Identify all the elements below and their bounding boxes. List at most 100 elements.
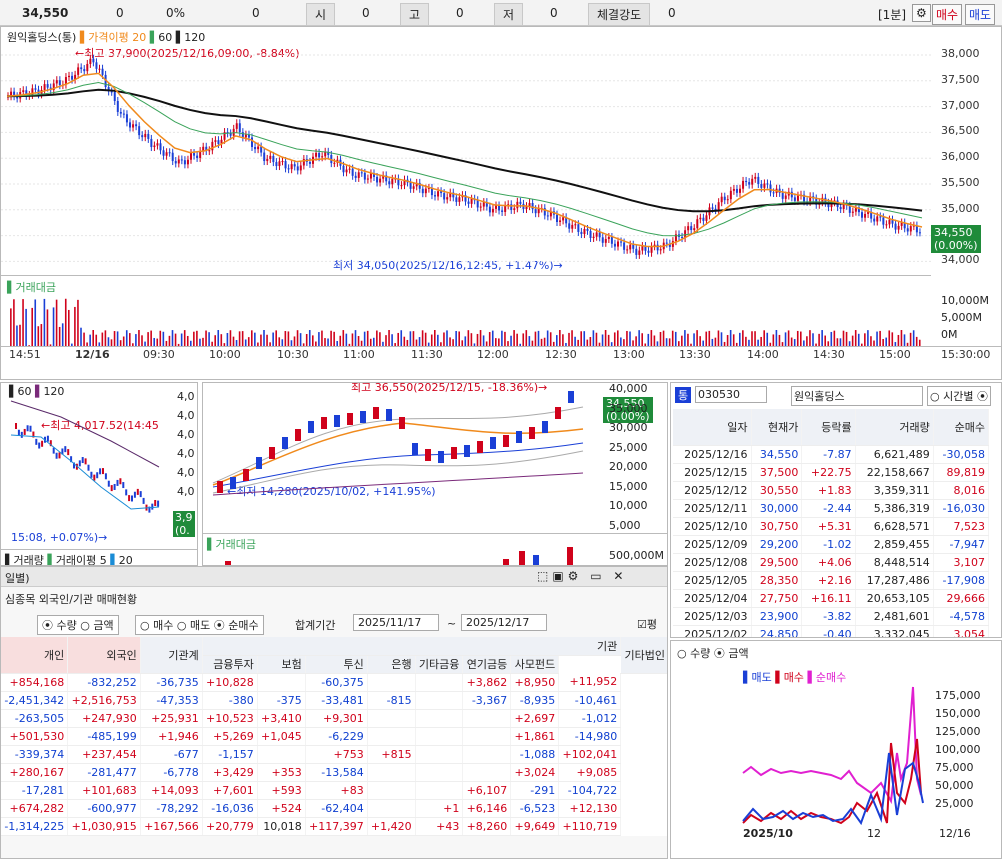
candle (318, 152, 321, 158)
index-candle (46, 435, 49, 442)
candle (412, 186, 415, 189)
table-row[interactable]: 2025/12/02 24,850 -0.40 3,332,045 3,054 (673, 625, 990, 637)
candle (909, 226, 912, 232)
volume-bar (501, 330, 503, 346)
table-row[interactable]: 2025/12/16 34,550 -7.87 6,621,489 -30,058 (673, 445, 990, 464)
candle (556, 214, 558, 222)
table-row[interactable]: 2025/12/15 37,500 +22.75 22,158,667 89,819 (673, 463, 990, 482)
table-row[interactable]: -339,374 +237,454 -677 -1,157 +753 +815 -1,088… (1, 745, 667, 764)
candle (196, 155, 199, 158)
code-input[interactable]: 030530 (695, 386, 767, 403)
date-to-input[interactable]: 2025/12/17 (461, 614, 547, 631)
y-tick: 4,0 (177, 390, 195, 403)
table-row[interactable]: +280,167 -281,477 -6,778 +3,429 +353 -13,584 +… (1, 763, 667, 782)
table-row[interactable]: +674,282 -600,977 -78,292 -16,036 +524 -62,40… (1, 799, 667, 818)
index-candle (154, 499, 157, 506)
volume-bar (641, 333, 643, 346)
volume-bar (620, 337, 622, 346)
index-candle (78, 460, 81, 467)
index-candle (15, 423, 17, 429)
candle (516, 201, 519, 209)
gear-icon[interactable]: ⚙ (912, 4, 931, 22)
table-row[interactable]: 2025/12/09 29,200 -1.02 2,859,455 -7,947 (673, 535, 990, 554)
date-from-input[interactable]: 2025/11/17 (353, 614, 439, 631)
table-cell (257, 745, 306, 764)
candle (180, 159, 183, 161)
table-cell: 2025/12/11 (673, 499, 752, 518)
table-cell: +6,146 (462, 799, 512, 818)
name-input[interactable]: 원익홀딩스 (791, 386, 923, 406)
table-row[interactable]: 2025/12/05 28,350 +2.16 17,287,486 -17,908 (673, 571, 990, 590)
volume-bar (671, 330, 674, 346)
volume-bar (345, 333, 348, 346)
volume-bar (101, 332, 104, 346)
table-cell (415, 745, 464, 764)
x-tick: 14:51 (9, 348, 41, 361)
table-row[interactable]: +854,168 -832,252 -36,735 +10,828 -60,375 +3,… (1, 673, 667, 692)
period-selector[interactable]: [1분] (878, 6, 906, 23)
volume-bar (559, 330, 561, 346)
window-controls[interactable]: ⬚▣⚙ ▭ ✕ (537, 569, 627, 583)
volume-bar (812, 333, 814, 346)
table-cell: +22.75 (801, 463, 856, 482)
volume-bar (183, 330, 186, 346)
sell-button[interactable]: 매도 (965, 4, 996, 25)
volume-bar (513, 330, 515, 346)
volume-bar (546, 330, 549, 346)
candle (363, 172, 366, 180)
table-cell: -2,451,342 (1, 691, 69, 710)
volume-bar (409, 331, 412, 346)
candle (190, 153, 192, 160)
y-tick: 35,000 (609, 401, 648, 415)
volume-bar (796, 330, 799, 346)
volume-bar (443, 332, 445, 346)
table-cell: -33,481 (305, 691, 368, 710)
table-row[interactable]: -1,314,225 +1,030,915 +167,566 +20,779 10,01… (1, 817, 667, 836)
table-row[interactable]: -17,281 +101,683 +14,093 +7,601 +593 +83 +6,10… (1, 781, 667, 800)
candle (638, 250, 641, 255)
volume-bar (650, 330, 653, 346)
candle (333, 162, 336, 164)
volume-bar (449, 337, 451, 346)
table-row[interactable]: 2025/12/04 27,750 +16.11 20,653,105 29,666 (673, 589, 990, 608)
table-row[interactable]: 2025/12/12 30,550 +1.83 3,359,311 8,016 (673, 481, 990, 500)
table-cell: -281,477 (67, 763, 141, 782)
candle (781, 192, 784, 199)
volume-bar (699, 336, 701, 346)
table-cell: +1 (415, 799, 464, 818)
candle (165, 152, 168, 156)
buy-button[interactable]: 매수 (932, 4, 963, 25)
daily-candle (269, 447, 275, 459)
table-cell (367, 763, 416, 782)
table-row[interactable]: 2025/12/11 30,000 -2.44 5,386,319 -16,030 (673, 499, 990, 518)
volume-bar (900, 330, 903, 346)
candle (299, 165, 302, 171)
candle (308, 161, 311, 164)
table-row[interactable]: -263,505 +247,930 +25,931 +10,523 +3,410 +9,3… (1, 709, 667, 728)
volume-bar (241, 331, 244, 346)
daily-candle (503, 435, 509, 447)
candle (174, 161, 177, 164)
candle (400, 185, 403, 187)
daily-candle (386, 409, 392, 421)
table-cell: -16,030 (933, 499, 990, 518)
volume-bar (824, 335, 826, 346)
index-candle (122, 482, 125, 489)
candle (366, 178, 369, 180)
table-cell: +9,301 (305, 709, 368, 728)
volume-bar (388, 330, 390, 346)
table-row[interactable]: +501,530 -485,199 +1,946 +5,269 +1,045 -6,229… (1, 727, 667, 746)
candle (376, 176, 379, 183)
table-row[interactable]: 2025/12/08 29,500 +4.06 8,448,514 3,107 (673, 553, 990, 572)
index-candle (35, 438, 38, 445)
index-candle (52, 447, 55, 454)
candle (531, 203, 534, 210)
table-row[interactable]: 2025/12/10 30,750 +5.31 6,628,571 7,523 (673, 517, 990, 536)
table-cell: +2,516,753 (67, 691, 141, 710)
table-cell: -16,036 (202, 799, 258, 818)
candle (458, 197, 461, 202)
y-tick: 25,000 (609, 440, 648, 454)
table-row[interactable]: -2,451,342 +2,516,753 -47,353 -380 -375 -33,4… (1, 691, 667, 710)
volume-bar (772, 334, 775, 346)
table-row[interactable]: 2025/12/03 23,900 -3.82 2,481,601 -4,578 (673, 607, 990, 626)
